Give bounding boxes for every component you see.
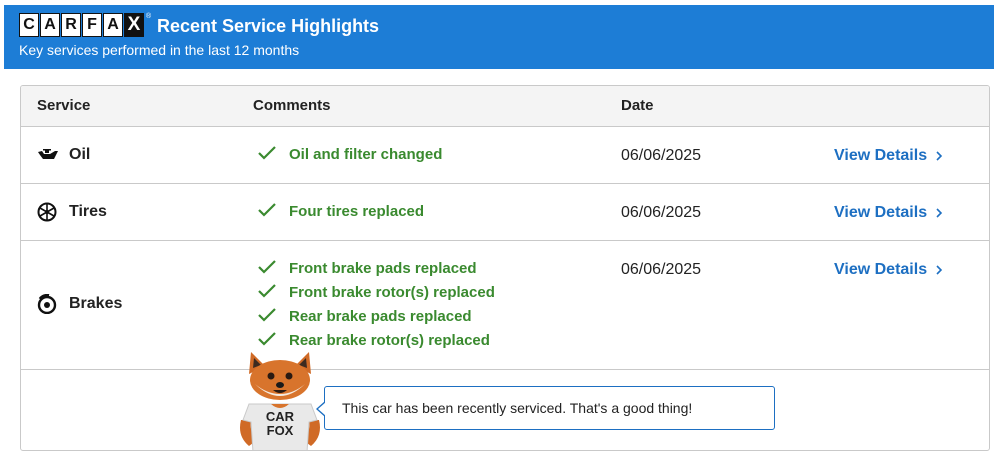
logo-letter: A	[103, 13, 123, 37]
chevron-right-icon	[935, 150, 943, 162]
carfax-logo: C A R F A X ®	[19, 13, 151, 37]
carfox-mascot: CAR FOX	[235, 350, 325, 450]
mascot-shirt-text: CAR	[265, 409, 295, 424]
service-name: Tires	[69, 203, 107, 220]
mascot-shirt-text: FOX	[266, 423, 294, 438]
tire-icon	[37, 201, 61, 223]
comment-text: Oil and filter changed	[289, 145, 443, 163]
view-details-label: View Details	[834, 204, 928, 221]
view-details-label: View Details	[834, 147, 928, 164]
comment-item: Rear brake rotor(s) replaced	[257, 328, 495, 352]
date-cell: 06/06/2025	[621, 147, 702, 164]
table-row: Tires Four tires replaced 06/06/2025 Vie…	[21, 184, 989, 241]
service-cell: Oil	[37, 144, 90, 166]
service-cell: Tires	[37, 201, 107, 223]
service-cell: Brakes	[37, 293, 122, 315]
oil-can-icon	[37, 144, 61, 166]
comment-item: Rear brake pads replaced	[257, 304, 495, 328]
comments-cell: Front brake pads replaced Front brake ro…	[257, 256, 495, 352]
comment-text: Front brake rotor(s) replaced	[289, 283, 495, 301]
service-name: Brakes	[69, 295, 123, 312]
table-row: Brakes Front brake pads replaced Front b…	[21, 241, 989, 370]
view-details-label: View Details	[834, 261, 928, 278]
mascot-message: This car has been recently serviced. Tha…	[342, 400, 693, 416]
comment-item: Front brake rotor(s) replaced	[257, 280, 495, 304]
speech-bubble: This car has been recently serviced. Tha…	[316, 386, 775, 430]
checkmark-icon	[257, 307, 279, 325]
table-header: Service Comments Date	[21, 86, 989, 127]
comments-cell: Four tires replaced	[257, 199, 424, 223]
logo-letter: X	[124, 13, 144, 37]
view-details-link[interactable]: View Details	[834, 147, 943, 165]
comment-text: Four tires replaced	[289, 202, 425, 220]
checkmark-icon	[257, 331, 279, 349]
comment-item: Four tires replaced	[257, 199, 424, 223]
logo-letter: F	[82, 13, 102, 37]
checkmark-icon	[257, 145, 279, 163]
checkmark-icon	[257, 259, 279, 277]
table-row: Oil Oil and filter changed 06/06/2025 Vi…	[21, 127, 989, 184]
service-table: Service Comments Date Oil Oil and filter…	[20, 85, 990, 451]
date-cell: 06/06/2025	[621, 261, 702, 278]
page-title: Recent Service Highlights	[157, 16, 380, 36]
brake-disc-icon	[37, 293, 61, 315]
comment-text: Rear brake pads replaced	[289, 307, 472, 325]
checkmark-icon	[257, 202, 279, 220]
chevron-right-icon	[935, 207, 943, 219]
logo-letter: C	[19, 13, 39, 37]
logo-letter: A	[40, 13, 60, 37]
view-details-link[interactable]: View Details	[834, 204, 943, 222]
header-banner: C A R F A X ® Recent Service Highlights …	[4, 5, 994, 69]
registered-mark: ®	[146, 13, 152, 20]
date-cell: 06/06/2025	[621, 204, 702, 221]
comment-item: Oil and filter changed	[257, 142, 442, 166]
page-subtitle: Key services performed in the last 12 mo…	[19, 42, 300, 58]
comment-text: Rear brake rotor(s) replaced	[289, 331, 490, 349]
comment-text: Front brake pads replaced	[289, 259, 477, 277]
checkmark-icon	[257, 283, 279, 301]
comment-item: Front brake pads replaced	[257, 256, 495, 280]
chevron-right-icon	[935, 264, 943, 276]
service-name: Oil	[69, 146, 91, 163]
logo-letter: R	[61, 13, 81, 37]
view-details-link[interactable]: View Details	[834, 261, 943, 279]
column-header-date: Date	[621, 97, 654, 114]
comments-cell: Oil and filter changed	[257, 142, 442, 166]
column-header-comments: Comments	[253, 97, 331, 114]
column-header-service: Service	[37, 97, 91, 114]
